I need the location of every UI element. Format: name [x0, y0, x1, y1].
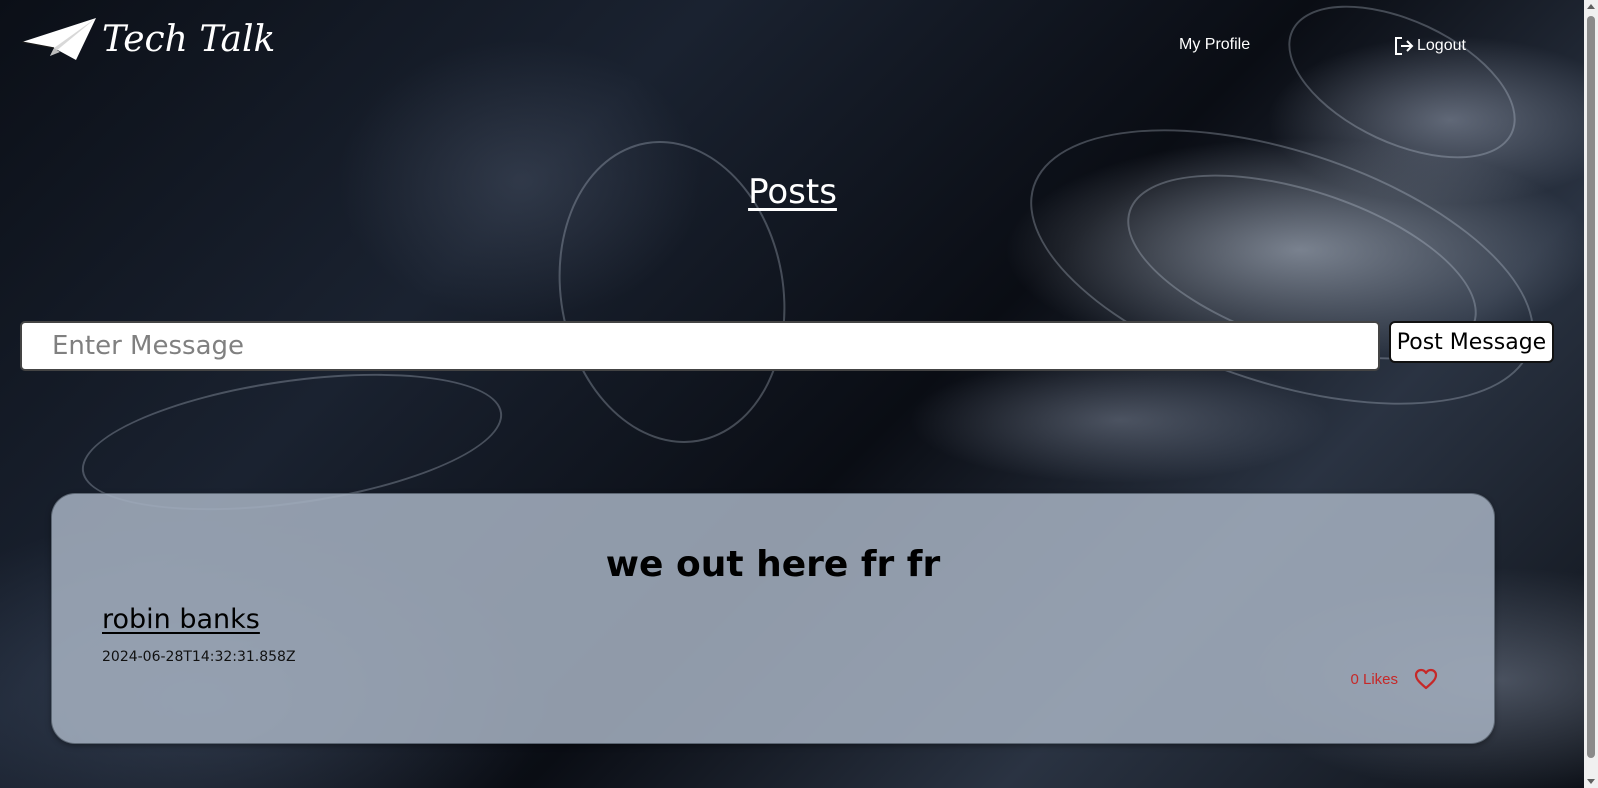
scroll-down-arrow-icon[interactable]: [1587, 779, 1595, 784]
brand-logo[interactable]: Tech Talk: [20, 14, 275, 64]
post-message-button[interactable]: Post Message: [1389, 321, 1554, 363]
page-background: Tech Talk My Profile Logout Posts Post M…: [0, 0, 1598, 788]
message-input[interactable]: [20, 321, 1380, 371]
post-card: we out here fr fr robin banks 2024-06-28…: [51, 493, 1495, 744]
like-button[interactable]: [1414, 668, 1438, 690]
logout-link[interactable]: Logout: [1393, 36, 1466, 56]
scrollbar-thumb[interactable]: [1587, 16, 1595, 758]
logout-label: Logout: [1417, 37, 1466, 54]
background-swirl: [996, 74, 1568, 460]
my-profile-label: My Profile: [1179, 36, 1251, 53]
post-body: we out here fr fr: [605, 544, 941, 585]
post-author-link[interactable]: robin banks: [102, 604, 260, 635]
logout-icon: [1395, 37, 1414, 55]
post-timestamp: 2024-06-28T14:32:31.858Z: [102, 649, 296, 665]
page-title: Posts: [748, 172, 837, 212]
my-profile-link[interactable]: My Profile: [1179, 36, 1250, 54]
heart-outline-icon: [1414, 668, 1438, 690]
vertical-scrollbar[interactable]: [1584, 0, 1598, 788]
paper-plane-icon: [21, 18, 96, 60]
likes-count: 0 Likes: [1350, 670, 1398, 688]
brand-name: Tech Talk: [102, 18, 276, 60]
post-likes: 0 Likes: [1350, 668, 1438, 690]
scroll-up-arrow-icon[interactable]: [1587, 4, 1595, 9]
top-navbar: Tech Talk My Profile Logout: [0, 0, 1598, 90]
